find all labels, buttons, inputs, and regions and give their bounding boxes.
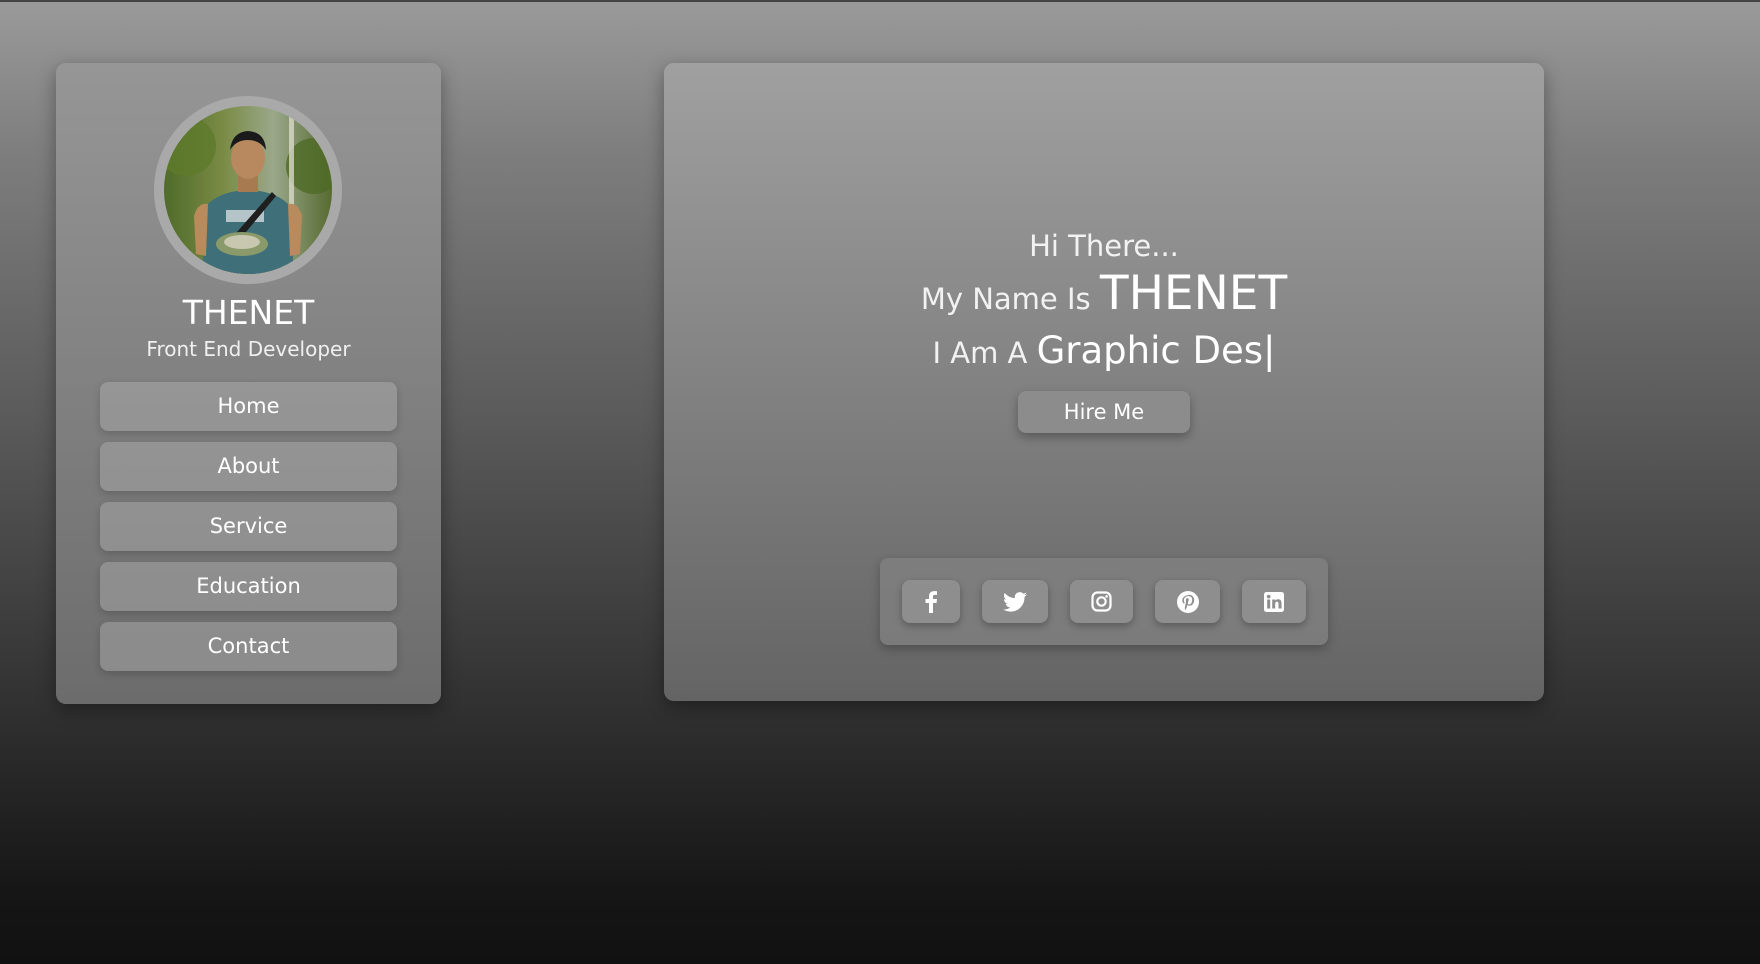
hero-role-typed: Graphic Des| xyxy=(1036,329,1276,372)
hire-me-button[interactable]: Hire Me xyxy=(1018,391,1190,433)
hero-name-line: My Name Is THENET xyxy=(664,266,1544,327)
facebook-button[interactable] xyxy=(902,580,960,623)
nav-item-service[interactable]: Service xyxy=(100,502,397,551)
nav-item-about[interactable]: About xyxy=(100,442,397,491)
nav-item-home[interactable]: Home xyxy=(100,382,397,431)
nav-item-education[interactable]: Education xyxy=(100,562,397,611)
hero-role-prefix: I Am A xyxy=(932,336,1028,370)
profile-role: Front End Developer xyxy=(146,337,351,361)
instagram-button[interactable] xyxy=(1070,580,1133,623)
hero-name-prefix: My Name Is xyxy=(920,282,1091,316)
hero-role-line: I Am A Graphic Des| xyxy=(664,327,1544,377)
hero-name: THENET xyxy=(1099,266,1288,321)
facebook-icon xyxy=(924,590,938,613)
profile-name: THENET xyxy=(182,293,315,332)
nav-item-contact[interactable]: Contact xyxy=(100,622,397,671)
linkedin-button[interactable] xyxy=(1242,580,1306,623)
twitter-button[interactable] xyxy=(982,580,1048,623)
pinterest-button[interactable] xyxy=(1155,580,1220,623)
social-links-bar xyxy=(880,558,1328,645)
avatar xyxy=(164,106,332,274)
instagram-icon xyxy=(1091,591,1112,612)
twitter-icon xyxy=(1003,591,1027,612)
pinterest-icon xyxy=(1176,590,1199,613)
sidebar-nav: Home About Service Education Contact xyxy=(100,382,397,682)
avatar-frame xyxy=(154,96,342,284)
hero-greeting: Hi There... xyxy=(1029,229,1179,263)
linkedin-icon xyxy=(1264,591,1284,612)
top-border xyxy=(0,0,1760,2)
hero-card: Hi There... My Name Is THENET I Am A Gra… xyxy=(664,63,1544,701)
profile-sidebar: THENET Front End Developer Home About Se… xyxy=(56,63,441,704)
